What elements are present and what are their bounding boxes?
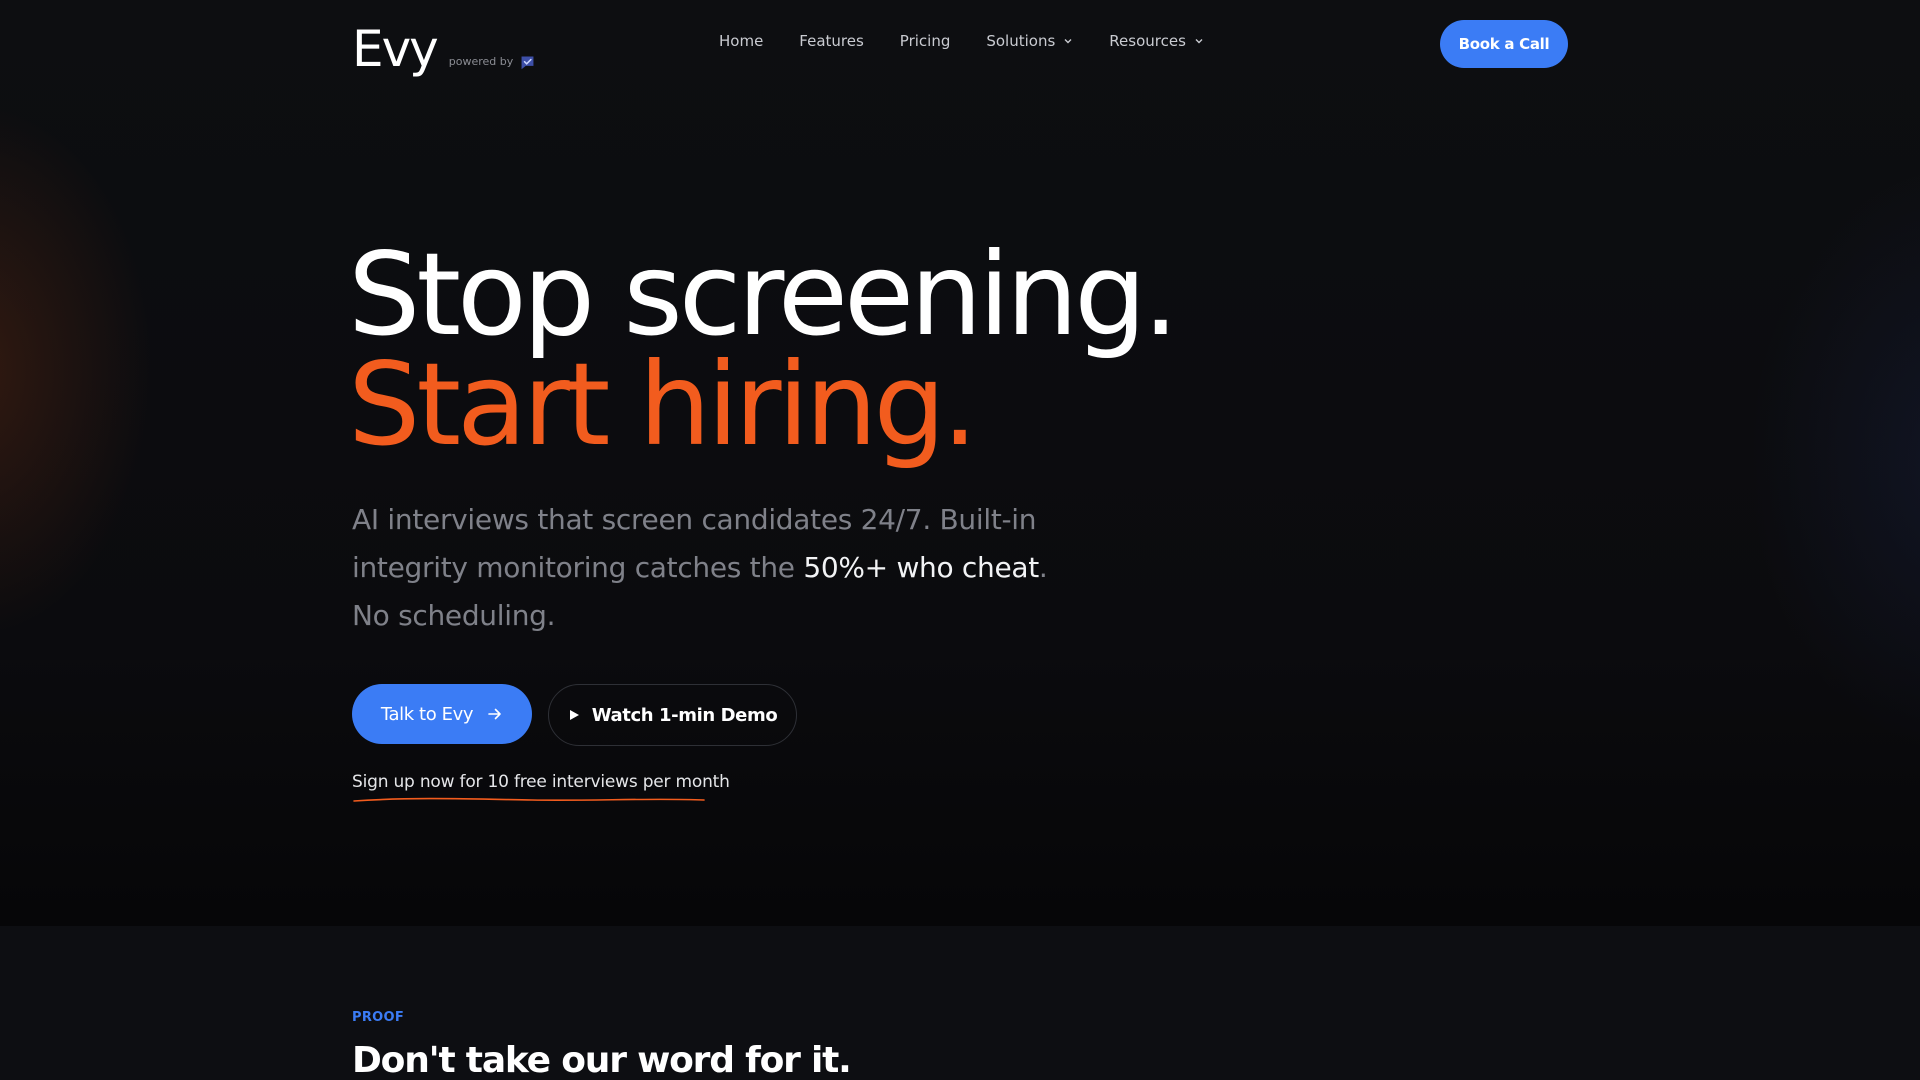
nav-features[interactable]: Features [799, 32, 864, 50]
proof-eyebrow-label: PROOF [352, 1010, 405, 1025]
main-menu: Home Features Pricing Solutions Resource… [719, 32, 1240, 50]
nav-features-label: Features [799, 32, 864, 50]
headline-line-2: Start hiring. [348, 338, 978, 471]
chevron-down-icon [1195, 39, 1203, 44]
powered-by-label: powered by [448, 55, 514, 68]
nav-pricing-label: Pricing [899, 32, 951, 50]
brand-logo[interactable]: Evy powered by [352, 14, 536, 74]
underline-squiggle [353, 797, 705, 802]
subtext-highlight: 50%+ who cheat [803, 551, 1039, 584]
hero-headline: Stop screening. Start hiring. [348, 228, 1179, 471]
talk-to-evy-button[interactable]: Talk to Evy [352, 684, 532, 744]
arrow-right-icon [488, 708, 501, 720]
watch-demo-label: Watch 1-min Demo [591, 704, 778, 726]
headline-line-1: Stop screening. [348, 228, 1179, 361]
chevron-down-icon [1064, 39, 1072, 44]
nav-pricing[interactable]: Pricing [900, 32, 951, 50]
play-icon [569, 710, 579, 720]
hero-subtext: AI interviews that screen candidates 24/… [352, 496, 1052, 640]
logo-text: Evy [352, 20, 439, 78]
nav-resources-dropdown[interactable]: Resources [1109, 32, 1204, 50]
watch-demo-button[interactable]: Watch 1-min Demo [548, 684, 797, 746]
talk-to-evy-label: Talk to Evy [380, 703, 474, 725]
nav-home-label: Home [719, 32, 764, 50]
nav-solutions-dropdown[interactable]: Solutions [986, 32, 1073, 50]
nav-home[interactable]: Home [719, 32, 763, 50]
book-a-call-button[interactable]: Book a Call [1440, 20, 1568, 68]
top-navigation: Evy powered by Home Features Pricing Sol… [0, 0, 1920, 90]
proof-title: Don't take our word for it. [352, 1040, 852, 1080]
signup-link[interactable]: Sign up now for 10 free interviews per m… [352, 772, 730, 792]
proof-section [0, 926, 1920, 1080]
nav-solutions-label: Solutions [986, 32, 1056, 50]
nav-resources-label: Resources [1109, 32, 1186, 50]
checkmark-chat-icon [521, 56, 534, 70]
